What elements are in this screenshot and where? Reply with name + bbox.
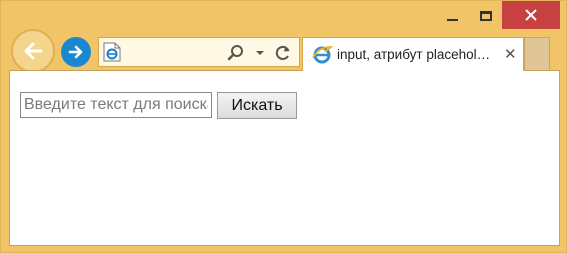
back-arrow-icon <box>24 42 43 60</box>
chevron-down-icon[interactable] <box>255 44 265 62</box>
forward-button[interactable] <box>61 37 91 67</box>
search-button[interactable]: Искать <box>217 92 297 119</box>
address-bar[interactable] <box>98 37 300 67</box>
tab-title: input, атрибут placehol… <box>337 47 491 62</box>
search-icon[interactable] <box>227 44 245 62</box>
tab-close-button[interactable]: ✕ <box>504 45 517 63</box>
minimize-icon <box>446 19 458 21</box>
refresh-icon[interactable] <box>273 43 293 63</box>
browser-window: input, атрибут placehol… ✕ Искать <box>0 0 567 253</box>
back-button[interactable] <box>11 29 55 73</box>
close-icon <box>525 9 537 21</box>
forward-arrow-icon <box>68 45 83 59</box>
new-tab-button[interactable] <box>524 37 550 71</box>
close-window-button[interactable] <box>502 1 560 29</box>
ie-page-icon <box>103 42 121 62</box>
search-input[interactable] <box>20 92 212 118</box>
maximize-button[interactable] <box>471 1 501 31</box>
minimize-button[interactable] <box>437 1 467 31</box>
tab-active[interactable]: input, атрибут placehol… ✕ <box>302 37 524 71</box>
maximize-icon <box>480 11 492 21</box>
page-viewport: Искать <box>9 70 560 246</box>
ie-logo-icon <box>312 46 333 64</box>
